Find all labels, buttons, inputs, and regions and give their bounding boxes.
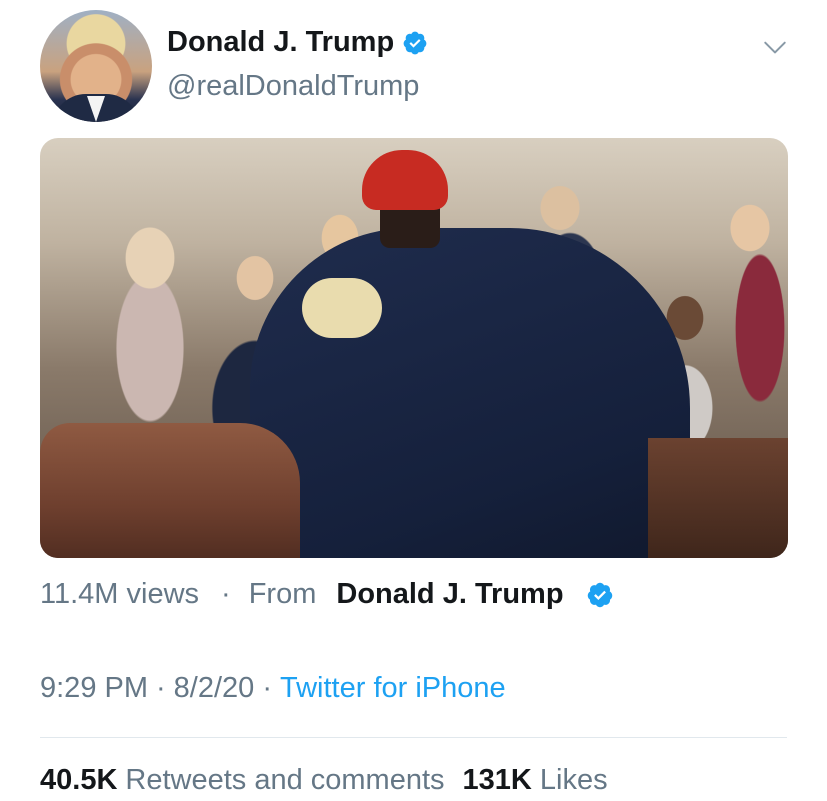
divider [40, 737, 787, 738]
retweets-count[interactable]: 40.5K [40, 764, 117, 797]
video-meta-row: 11.4M views · From Donald J. Trump [40, 578, 614, 611]
retweets-label[interactable]: Retweets and comments [125, 764, 444, 797]
tweet-time[interactable]: 9:29 PM [40, 672, 148, 705]
tweet-source-link[interactable]: Twitter for iPhone [280, 672, 506, 705]
video-person-hugging [250, 228, 690, 558]
verified-badge-icon [587, 582, 612, 607]
likes-count[interactable]: 131K [463, 764, 532, 797]
from-author-link[interactable]: Donald J. Trump [336, 578, 563, 611]
author-display-name[interactable]: Donald J. Trump [167, 26, 394, 59]
verified-badge-icon [403, 31, 427, 54]
video-leather-chair [40, 423, 300, 558]
tweet-video[interactable] [40, 138, 788, 558]
timestamp-separator: · [262, 672, 272, 704]
tweet-header: Donald J. Trump @realDonaldTrump [40, 8, 800, 123]
timestamp-row: 9:29 PM · 8/2/20 · Twitter for iPhone [40, 672, 506, 705]
timestamp-separator: · [156, 672, 166, 704]
likes-label[interactable]: Likes [540, 764, 608, 797]
meta-separator: · [221, 578, 231, 610]
video-desk [648, 438, 788, 558]
chevron-down-icon[interactable] [762, 34, 788, 60]
engagement-stats: 40.5K Retweets and comments 131K Likes [40, 764, 626, 797]
from-label: From [248, 578, 317, 610]
video-blond-hair [302, 278, 382, 338]
author-name-row[interactable]: Donald J. Trump [167, 26, 428, 59]
avatar[interactable] [40, 10, 152, 122]
view-count: 11.4M views [40, 578, 200, 610]
author-handle[interactable]: @realDonaldTrump [167, 70, 419, 103]
video-red-cap [362, 150, 448, 210]
tweet-date[interactable]: 8/2/20 [174, 672, 255, 705]
